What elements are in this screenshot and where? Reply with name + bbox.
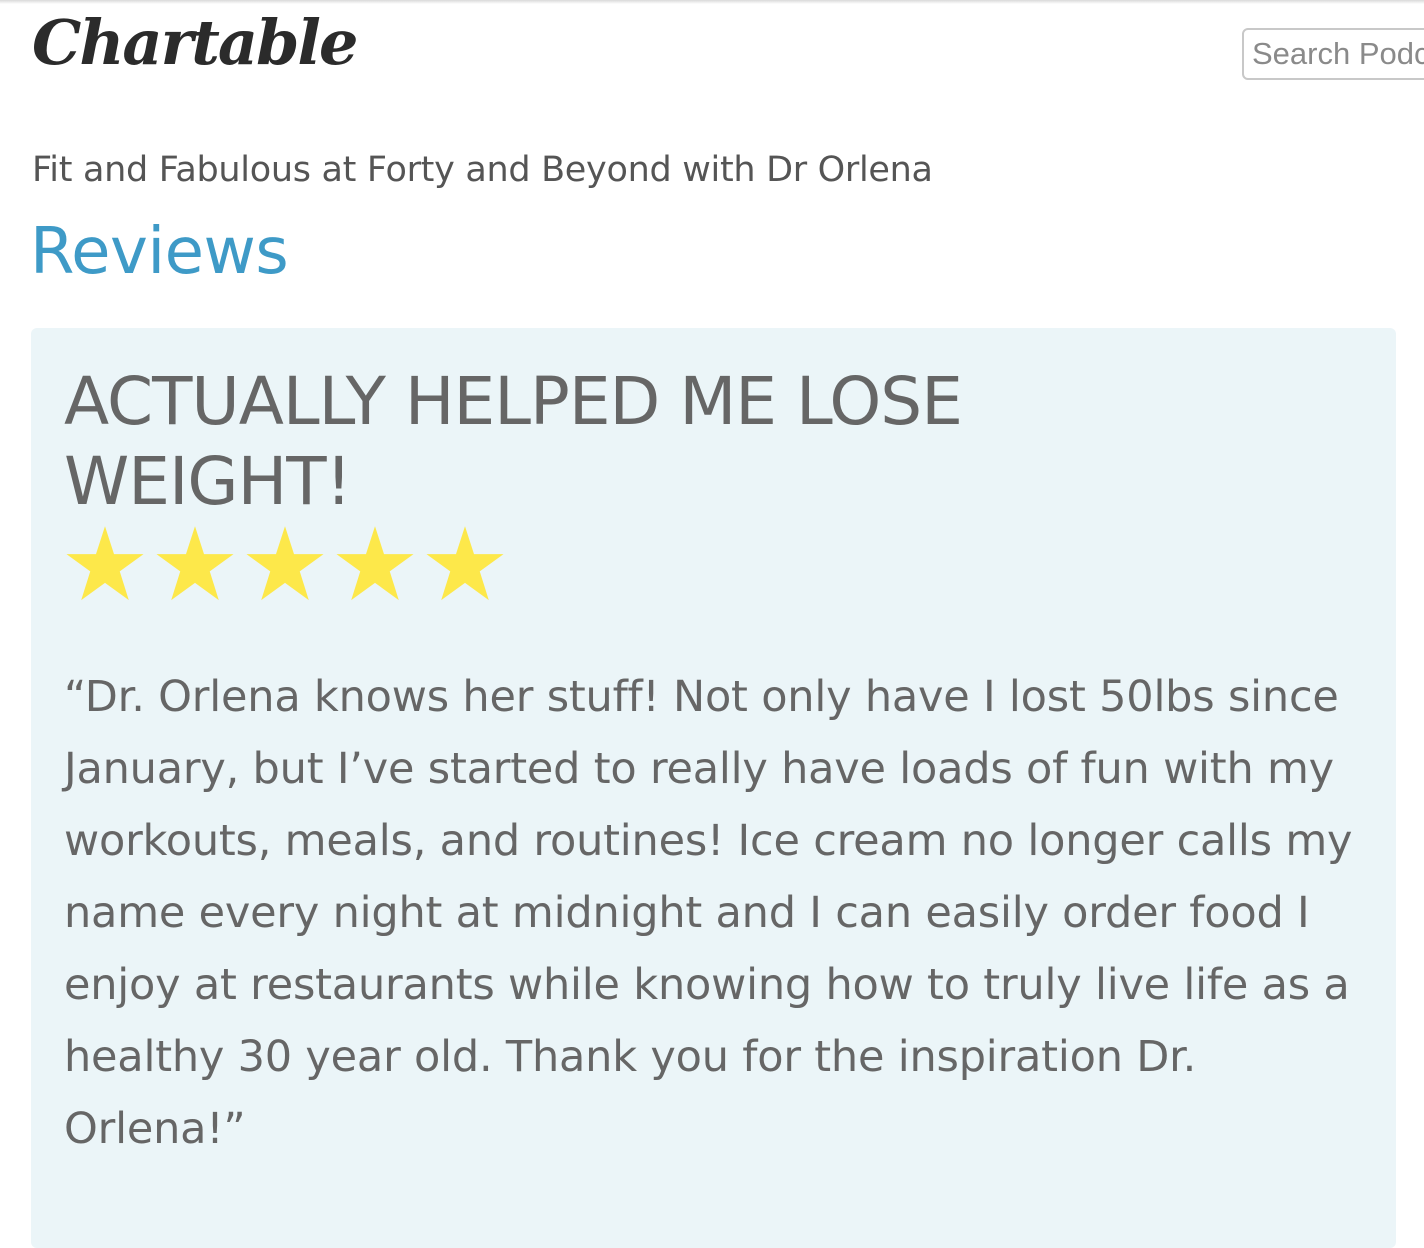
review-title: ACTUALLY HELPED ME LOSE WEIGHT! <box>64 363 963 520</box>
star-icon <box>62 523 148 609</box>
star-icon <box>242 523 328 609</box>
search-input[interactable] <box>1242 28 1424 80</box>
star-icon <box>152 523 238 609</box>
chartable-logo[interactable]: Chartable <box>32 6 358 80</box>
star-icon <box>332 523 418 609</box>
podcast-title[interactable]: Fit and Fabulous at Forty and Beyond wit… <box>32 150 933 190</box>
star-rating <box>62 523 508 609</box>
star-icon <box>422 523 508 609</box>
site-header: Chartable <box>0 0 1424 110</box>
review-body: “Dr. Orlena knows her stuff! Not only ha… <box>64 672 1353 1154</box>
review-card: ACTUALLY HELPED ME LOSE WEIGHT! “Dr. Orl… <box>31 328 1396 1248</box>
reviews-heading: Reviews <box>30 215 289 289</box>
